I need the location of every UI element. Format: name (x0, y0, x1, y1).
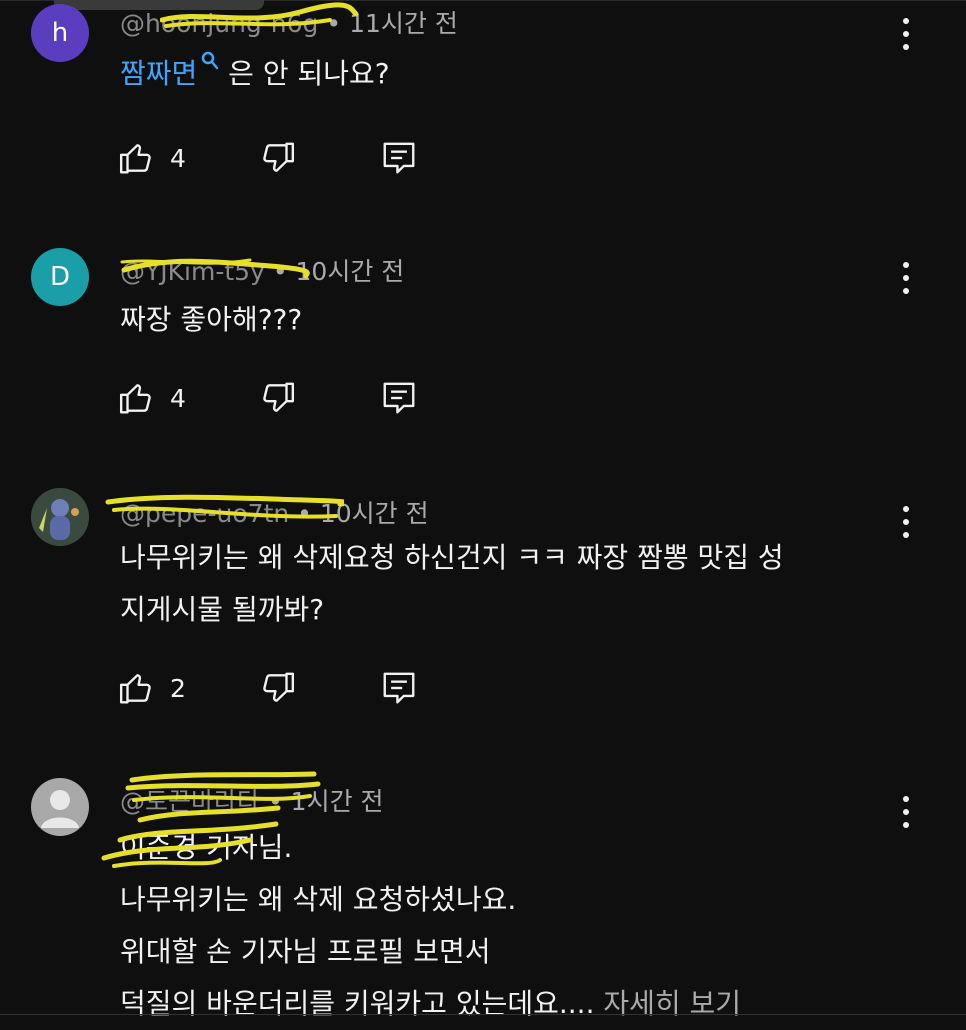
thumbs-up-icon (119, 674, 151, 704)
comment-text-line: 위대할 손 기자님 프로필 보면서 (120, 935, 491, 968)
more-vert-icon[interactable] (896, 504, 916, 540)
like-count: 4 (170, 383, 186, 413)
bottom-divider (0, 1014, 966, 1015)
reply-icon (383, 142, 415, 174)
header-separator: • (272, 257, 296, 286)
comment-text: 짜장 좋아해??? (120, 303, 303, 336)
avatar[interactable] (31, 778, 89, 836)
dislike-button[interactable] (258, 138, 296, 178)
comment-actions: 4 (118, 378, 438, 418)
author-handle[interactable]: @pepe-uo7tn (120, 499, 289, 528)
comment-text-line: 나무위키는 왜 삭제요청 하신건지 ㅋㅋ 짜장 짬뽕 맛집 성 (120, 541, 784, 574)
comment-time[interactable]: 10시간 전 (296, 257, 405, 286)
comment-header: @YJKim-t5y • 10시간 전 (120, 252, 404, 288)
dislike-button[interactable] (258, 668, 296, 708)
comment-actions: 2 (118, 668, 438, 708)
like-count: 2 (170, 673, 186, 703)
comment-actions: 4 (118, 138, 438, 178)
comment-header: @토끈바라다 • 1시간 전 (120, 782, 384, 818)
reply-button[interactable] (380, 668, 418, 708)
thumbs-down-icon (263, 382, 295, 412)
comment-header: @hoonjung-n6g • 11시간 전 (120, 4, 458, 40)
read-more-link[interactable]: 자세히 보기 (594, 987, 741, 1020)
avatar-image (31, 488, 89, 546)
comment-time[interactable]: 11시간 전 (349, 9, 458, 38)
comment-body: 나무위키는 왜 삭제요청 하신건지 ㅋㅋ 짜장 짬뽕 맛집 성 지게시물 될까봐… (120, 532, 784, 636)
author-handle[interactable]: @hoonjung-n6g (120, 9, 318, 38)
comment-text: 은 안 되나요? (219, 57, 390, 90)
comment-body: 짬짜면 은 안 되나요? (120, 48, 390, 100)
comment-text-line: 나무위키는 왜 삭제 요청하셨나요. (120, 883, 517, 916)
comment-time[interactable]: 1시간 전 (291, 787, 384, 816)
header-separator: • (326, 9, 350, 38)
author-handle[interactable]: @토끈바라다 (120, 787, 260, 816)
like-button[interactable]: 4 (118, 138, 186, 178)
avatar-letter: D (49, 262, 71, 292)
like-button[interactable]: 4 (118, 378, 186, 418)
comment-text-line-last: 덕질의 바운더리를 키워카고 있는데요.... 자세히 보기 (120, 978, 741, 1030)
author-handle[interactable]: @YJKim-t5y (120, 257, 265, 286)
search-icon[interactable] (201, 51, 219, 71)
reply-button[interactable] (380, 138, 418, 178)
search-link[interactable]: 짬짜면 (120, 57, 197, 90)
dislike-button[interactable] (258, 378, 296, 418)
reply-icon (383, 382, 415, 414)
comment-header: @pepe-uo7tn • 10시간 전 (120, 494, 429, 530)
thumbs-down-icon (263, 672, 295, 702)
thumbs-down-icon (263, 142, 295, 172)
more-vert-icon[interactable] (896, 794, 916, 830)
comment-time[interactable]: 10시간 전 (320, 499, 429, 528)
reply-button[interactable] (380, 378, 418, 418)
more-vert-icon[interactable] (896, 16, 916, 52)
avatar[interactable]: h (31, 4, 89, 62)
default-avatar-icon (41, 790, 79, 828)
avatar[interactable] (31, 488, 89, 546)
comment-body: 짜장 좋아해??? (120, 294, 302, 346)
header-separator: • (267, 787, 291, 816)
avatar[interactable]: D (31, 248, 89, 306)
thumbs-up-icon (119, 144, 151, 174)
comment-text-line: 지게시물 될까봐? (120, 593, 325, 626)
like-button[interactable]: 2 (118, 668, 186, 708)
thumbs-up-icon (119, 384, 151, 414)
comment-body: 이준경 기자님. 나무위키는 왜 삭제 요청하셨나요. 위대할 손 기자님 프로… (120, 822, 741, 1030)
comment-text-line: 이준경 기자님. (120, 831, 293, 864)
comment-text: 덕질의 바운더리를 키워카고 있는데요.... (120, 987, 595, 1020)
avatar-letter: h (51, 18, 69, 48)
reply-icon (383, 672, 415, 704)
like-count: 4 (170, 143, 186, 173)
header-separator: • (297, 499, 320, 528)
more-vert-icon[interactable] (896, 260, 916, 296)
